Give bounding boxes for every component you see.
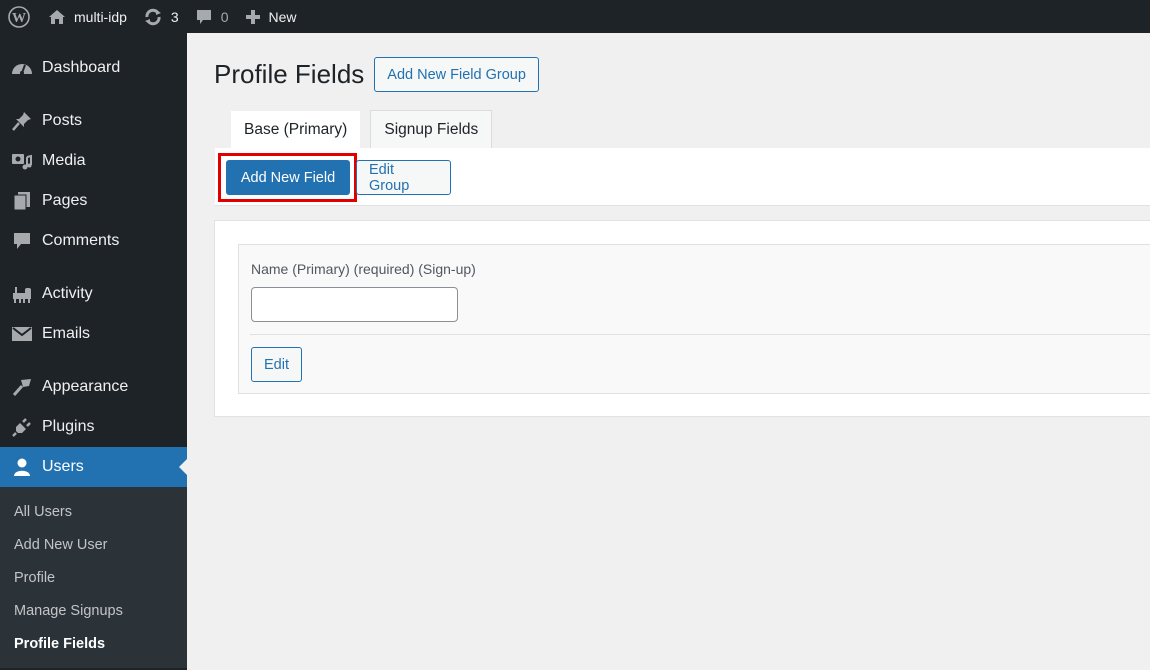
sidebar-item-plugins[interactable]: Plugins [0,407,187,447]
sidebar-label: Emails [42,325,91,342]
brush-icon [10,375,34,399]
activity-icon [10,282,34,306]
sidebar-label: Appearance [42,378,129,395]
comment-bubble-icon [195,8,213,26]
user-icon [10,455,34,479]
submenu-add-new-user[interactable]: Add New User [0,528,187,561]
sidebar-label: Plugins [42,418,95,435]
admin-sidebar: Dashboard Posts Media Pages Comments Act… [0,33,187,670]
add-new-field-group-button[interactable]: Add New Field Group [374,57,539,92]
page-title: Profile Fields [214,59,365,89]
sidebar-item-appearance[interactable]: Appearance [0,367,187,407]
new-content-link[interactable]: New [237,0,305,33]
users-submenu: All Users Add New User Profile Manage Si… [0,487,187,668]
updates-icon [143,8,163,26]
sidebar-label: Users [42,458,84,475]
sidebar-label: Media [42,152,86,169]
updates-count: 3 [170,8,179,25]
sidebar-item-activity[interactable]: Activity [0,274,187,314]
submenu-manage-signups[interactable]: Manage Signups [0,594,187,627]
pages-icon [10,189,34,213]
wordpress-logo-icon: W [8,5,30,28]
admin-bar: W multi-idp 3 0 New [0,0,1150,33]
tab-signup-fields[interactable]: Signup Fields [370,110,493,149]
edit-field-button[interactable]: Edit [251,347,302,382]
sidebar-item-comments[interactable]: Comments [0,221,187,261]
wordpress-logo-button[interactable]: W [0,0,40,33]
divider [250,334,1150,335]
home-icon [48,9,66,25]
sidebar-item-dashboard[interactable]: Dashboard [0,48,187,88]
site-name: multi-idp [74,8,127,25]
sidebar-label: Comments [42,232,120,249]
edit-group-button[interactable]: Edit Group [356,160,451,195]
pin-icon [10,109,34,133]
media-icon [10,149,34,173]
submenu-profile-fields[interactable]: Profile Fields [0,627,187,660]
add-new-field-button[interactable]: Add New Field [226,160,350,195]
sidebar-item-pages[interactable]: Pages [0,181,187,221]
tab-base-primary[interactable]: Base (Primary) [230,110,362,149]
comments-link[interactable]: 0 [187,0,237,33]
plugin-icon [10,415,34,439]
field-item: Name (Primary) (required) (Sign-up) Edit [238,244,1150,394]
submenu-profile[interactable]: Profile [0,561,187,594]
sidebar-label: Activity [42,285,93,302]
submenu-all-users[interactable]: All Users [0,495,187,528]
comment-icon [10,229,34,253]
dashboard-icon [10,56,34,80]
sidebar-item-users[interactable]: Users [0,447,187,487]
sidebar-label: Pages [42,192,88,209]
svg-text:W: W [12,11,26,26]
sidebar-item-posts[interactable]: Posts [0,101,187,141]
group-toolbar: Add New Field Edit Group [215,148,1150,206]
new-label: New [268,8,297,25]
plus-icon [245,9,261,25]
email-icon [10,322,34,346]
updates-link[interactable]: 3 [135,0,187,33]
sidebar-item-emails[interactable]: Emails [0,314,187,354]
sidebar-label: Dashboard [42,59,121,76]
comments-count: 0 [220,8,229,25]
field-label: Name (Primary) (required) (Sign-up) [251,261,476,277]
field-group-tabs: Base (Primary) Signup Fields [230,110,501,149]
site-name-link[interactable]: multi-idp [40,0,135,33]
fields-panel: Name (Primary) (required) (Sign-up) Edit [214,220,1150,417]
name-field-input[interactable] [251,287,458,322]
main-content: Profile Fields Add New Field Group Base … [187,33,1150,670]
sidebar-item-media[interactable]: Media [0,141,187,181]
sidebar-label: Posts [42,112,83,129]
